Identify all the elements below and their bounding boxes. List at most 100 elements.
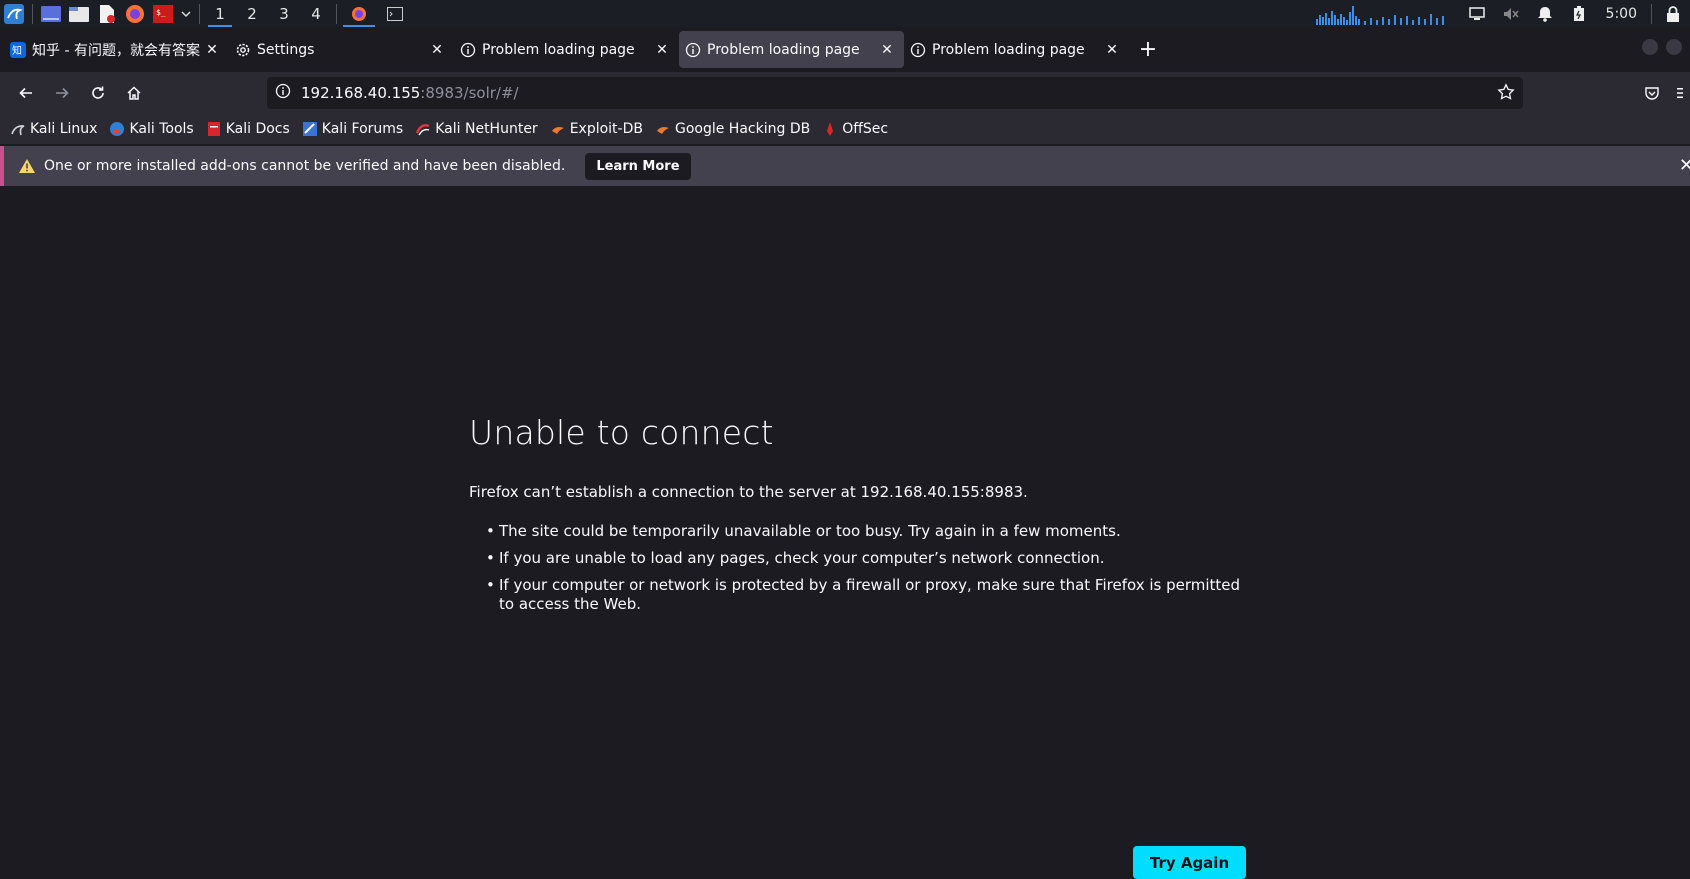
os-top-panel: $_ 1 2 3 4 5:00 bbox=[0, 0, 1690, 27]
pocket-button[interactable] bbox=[1634, 77, 1670, 109]
volume-muted-icon[interactable] bbox=[1494, 0, 1528, 27]
addon-warning-notification: One or more installed add-ons cannot be … bbox=[0, 146, 1690, 186]
arrow-left-icon bbox=[19, 87, 32, 99]
learn-more-button[interactable]: Learn More bbox=[585, 152, 691, 180]
bookmark-label: Kali Tools bbox=[129, 121, 194, 137]
workspace-4[interactable]: 4 bbox=[300, 0, 332, 27]
forward-button[interactable] bbox=[44, 77, 80, 109]
bookmark-kali-tools[interactable]: Kali Tools bbox=[109, 121, 194, 137]
workspace-2[interactable]: 2 bbox=[236, 0, 268, 27]
close-tab-icon[interactable]: ✕ bbox=[428, 41, 446, 59]
tab-problem-loading-3[interactable]: Problem loading page ✕ bbox=[904, 31, 1129, 68]
app-menu-button[interactable] bbox=[1670, 77, 1690, 109]
notification-message: One or more installed add-ons cannot be … bbox=[44, 158, 566, 174]
text-editor-icon[interactable] bbox=[93, 0, 121, 27]
workspace-3[interactable]: 3 bbox=[268, 0, 300, 27]
battery-icon[interactable] bbox=[1562, 0, 1596, 27]
site-info-icon[interactable] bbox=[275, 83, 291, 103]
close-tab-icon[interactable]: ✕ bbox=[203, 41, 221, 59]
kali-dragon-icon bbox=[10, 121, 26, 137]
back-button[interactable] bbox=[8, 77, 44, 109]
system-tray: 5:00 bbox=[1314, 0, 1690, 27]
bookmark-label: OffSec bbox=[842, 121, 889, 137]
bookmark-kali-docs[interactable]: Kali Docs bbox=[206, 121, 290, 137]
bookmark-exploit-db[interactable]: Exploit-DB bbox=[550, 121, 643, 137]
pocket-icon bbox=[1645, 87, 1659, 100]
tab-title: Settings bbox=[257, 41, 315, 58]
panel-separator bbox=[1651, 3, 1652, 24]
bookmark-google-hacking-db[interactable]: Google Hacking DB bbox=[655, 121, 810, 137]
display-icon[interactable] bbox=[1460, 0, 1494, 27]
tab-zhihu[interactable]: 知 知乎 - 有问题，就会有答案 ✕ bbox=[4, 31, 229, 68]
error-suggestions: The site could be temporarily unavailabl… bbox=[486, 522, 1246, 614]
kali-forums-icon bbox=[302, 121, 318, 137]
bookmark-label: Kali Forums bbox=[321, 121, 404, 137]
error-title: Unable to connect bbox=[469, 413, 774, 452]
zhihu-icon: 知 bbox=[10, 41, 26, 58]
offsec-icon bbox=[822, 121, 838, 137]
info-icon bbox=[685, 42, 701, 58]
list-item: If you are unable to load any pages, che… bbox=[486, 549, 1246, 568]
bookmark-label: Google Hacking DB bbox=[674, 121, 811, 137]
svg-text:$_: $_ bbox=[156, 8, 166, 17]
notification-bell-icon[interactable] bbox=[1528, 0, 1562, 27]
terminal-icon bbox=[387, 6, 403, 21]
url-host: 192.168.40.155 bbox=[301, 84, 421, 102]
ghdb-icon bbox=[655, 121, 671, 137]
bookmark-kali-nethunter[interactable]: Kali NetHunter bbox=[415, 121, 538, 137]
close-notification-icon[interactable]: ✕ bbox=[1679, 155, 1690, 176]
kali-tools-icon bbox=[109, 121, 125, 137]
kali-menu-icon[interactable] bbox=[0, 0, 28, 27]
list-item: If your computer or network is protected… bbox=[486, 576, 1246, 614]
file-manager-icon[interactable] bbox=[65, 0, 93, 27]
tab-title: Problem loading page bbox=[707, 41, 860, 58]
bookmark-kali-forums[interactable]: Kali Forums bbox=[302, 121, 403, 137]
error-container: Unable to connect Firefox can’t establis… bbox=[469, 413, 1246, 879]
bookmarks-toolbar: Kali Linux Kali Tools Kali Docs Kali For… bbox=[0, 114, 1690, 144]
home-icon bbox=[127, 86, 141, 100]
bookmark-label: Kali Linux bbox=[30, 121, 98, 137]
panel-separator bbox=[336, 3, 337, 24]
bookmark-offsec[interactable]: OffSec bbox=[822, 121, 888, 137]
minimize-window-button[interactable] bbox=[1642, 39, 1658, 55]
clock[interactable]: 5:00 bbox=[1596, 6, 1647, 22]
tab-strip: 知 知乎 - 有问题，就会有答案 ✕ Settings ✕ Problem lo… bbox=[0, 27, 1690, 72]
bookmark-label: Exploit-DB bbox=[569, 121, 643, 137]
kali-docs-icon bbox=[206, 121, 222, 137]
toolbar-right bbox=[1634, 77, 1690, 109]
home-button[interactable] bbox=[116, 77, 152, 109]
terminal-launcher-icon[interactable]: $_ bbox=[149, 0, 177, 27]
bookmark-kali-linux[interactable]: Kali Linux bbox=[10, 121, 97, 137]
close-tab-icon[interactable]: ✕ bbox=[878, 41, 896, 59]
url-bar[interactable]: 192.168.40.155:8983/solr/#/ bbox=[267, 77, 1523, 109]
tab-settings[interactable]: Settings ✕ bbox=[229, 31, 454, 68]
tab-problem-loading-2[interactable]: Problem loading page ✕ bbox=[679, 31, 904, 68]
hamburger-menu-icon bbox=[1677, 88, 1683, 98]
firefox-launcher-icon[interactable] bbox=[121, 0, 149, 27]
firefox-icon bbox=[352, 6, 366, 21]
tab-title: Problem loading page bbox=[482, 41, 635, 58]
tab-problem-loading-1[interactable]: Problem loading page ✕ bbox=[454, 31, 679, 68]
info-icon bbox=[910, 42, 926, 58]
close-tab-icon[interactable]: ✕ bbox=[1103, 41, 1121, 59]
navigation-toolbar: 192.168.40.155:8983/solr/#/ bbox=[0, 72, 1690, 114]
error-intro: Firefox can’t establish a connection to … bbox=[469, 483, 1028, 501]
list-item: The site could be temporarily unavailabl… bbox=[486, 522, 1246, 541]
try-again-button[interactable]: Try Again bbox=[1133, 846, 1246, 879]
taskbar-terminal-window[interactable] bbox=[377, 0, 413, 27]
reload-button[interactable] bbox=[80, 77, 116, 109]
lock-screen-icon[interactable] bbox=[1656, 0, 1690, 27]
maximize-window-button[interactable] bbox=[1666, 39, 1682, 55]
show-desktop-icon[interactable] bbox=[37, 0, 65, 27]
workspace-1[interactable]: 1 bbox=[204, 0, 236, 27]
warning-icon bbox=[18, 157, 36, 175]
svg-text:知: 知 bbox=[12, 44, 22, 57]
new-tab-button[interactable]: + bbox=[1133, 35, 1163, 65]
url-path: :8983/solr/#/ bbox=[420, 84, 519, 102]
tab-title: 知乎 - 有问题，就会有答案 bbox=[32, 42, 200, 59]
bookmark-label: Kali Docs bbox=[225, 121, 290, 137]
taskbar-firefox-window[interactable] bbox=[341, 0, 377, 27]
bookmark-star-icon[interactable] bbox=[1497, 83, 1515, 105]
close-tab-icon[interactable]: ✕ bbox=[653, 41, 671, 59]
chevron-down-icon[interactable] bbox=[177, 0, 195, 27]
